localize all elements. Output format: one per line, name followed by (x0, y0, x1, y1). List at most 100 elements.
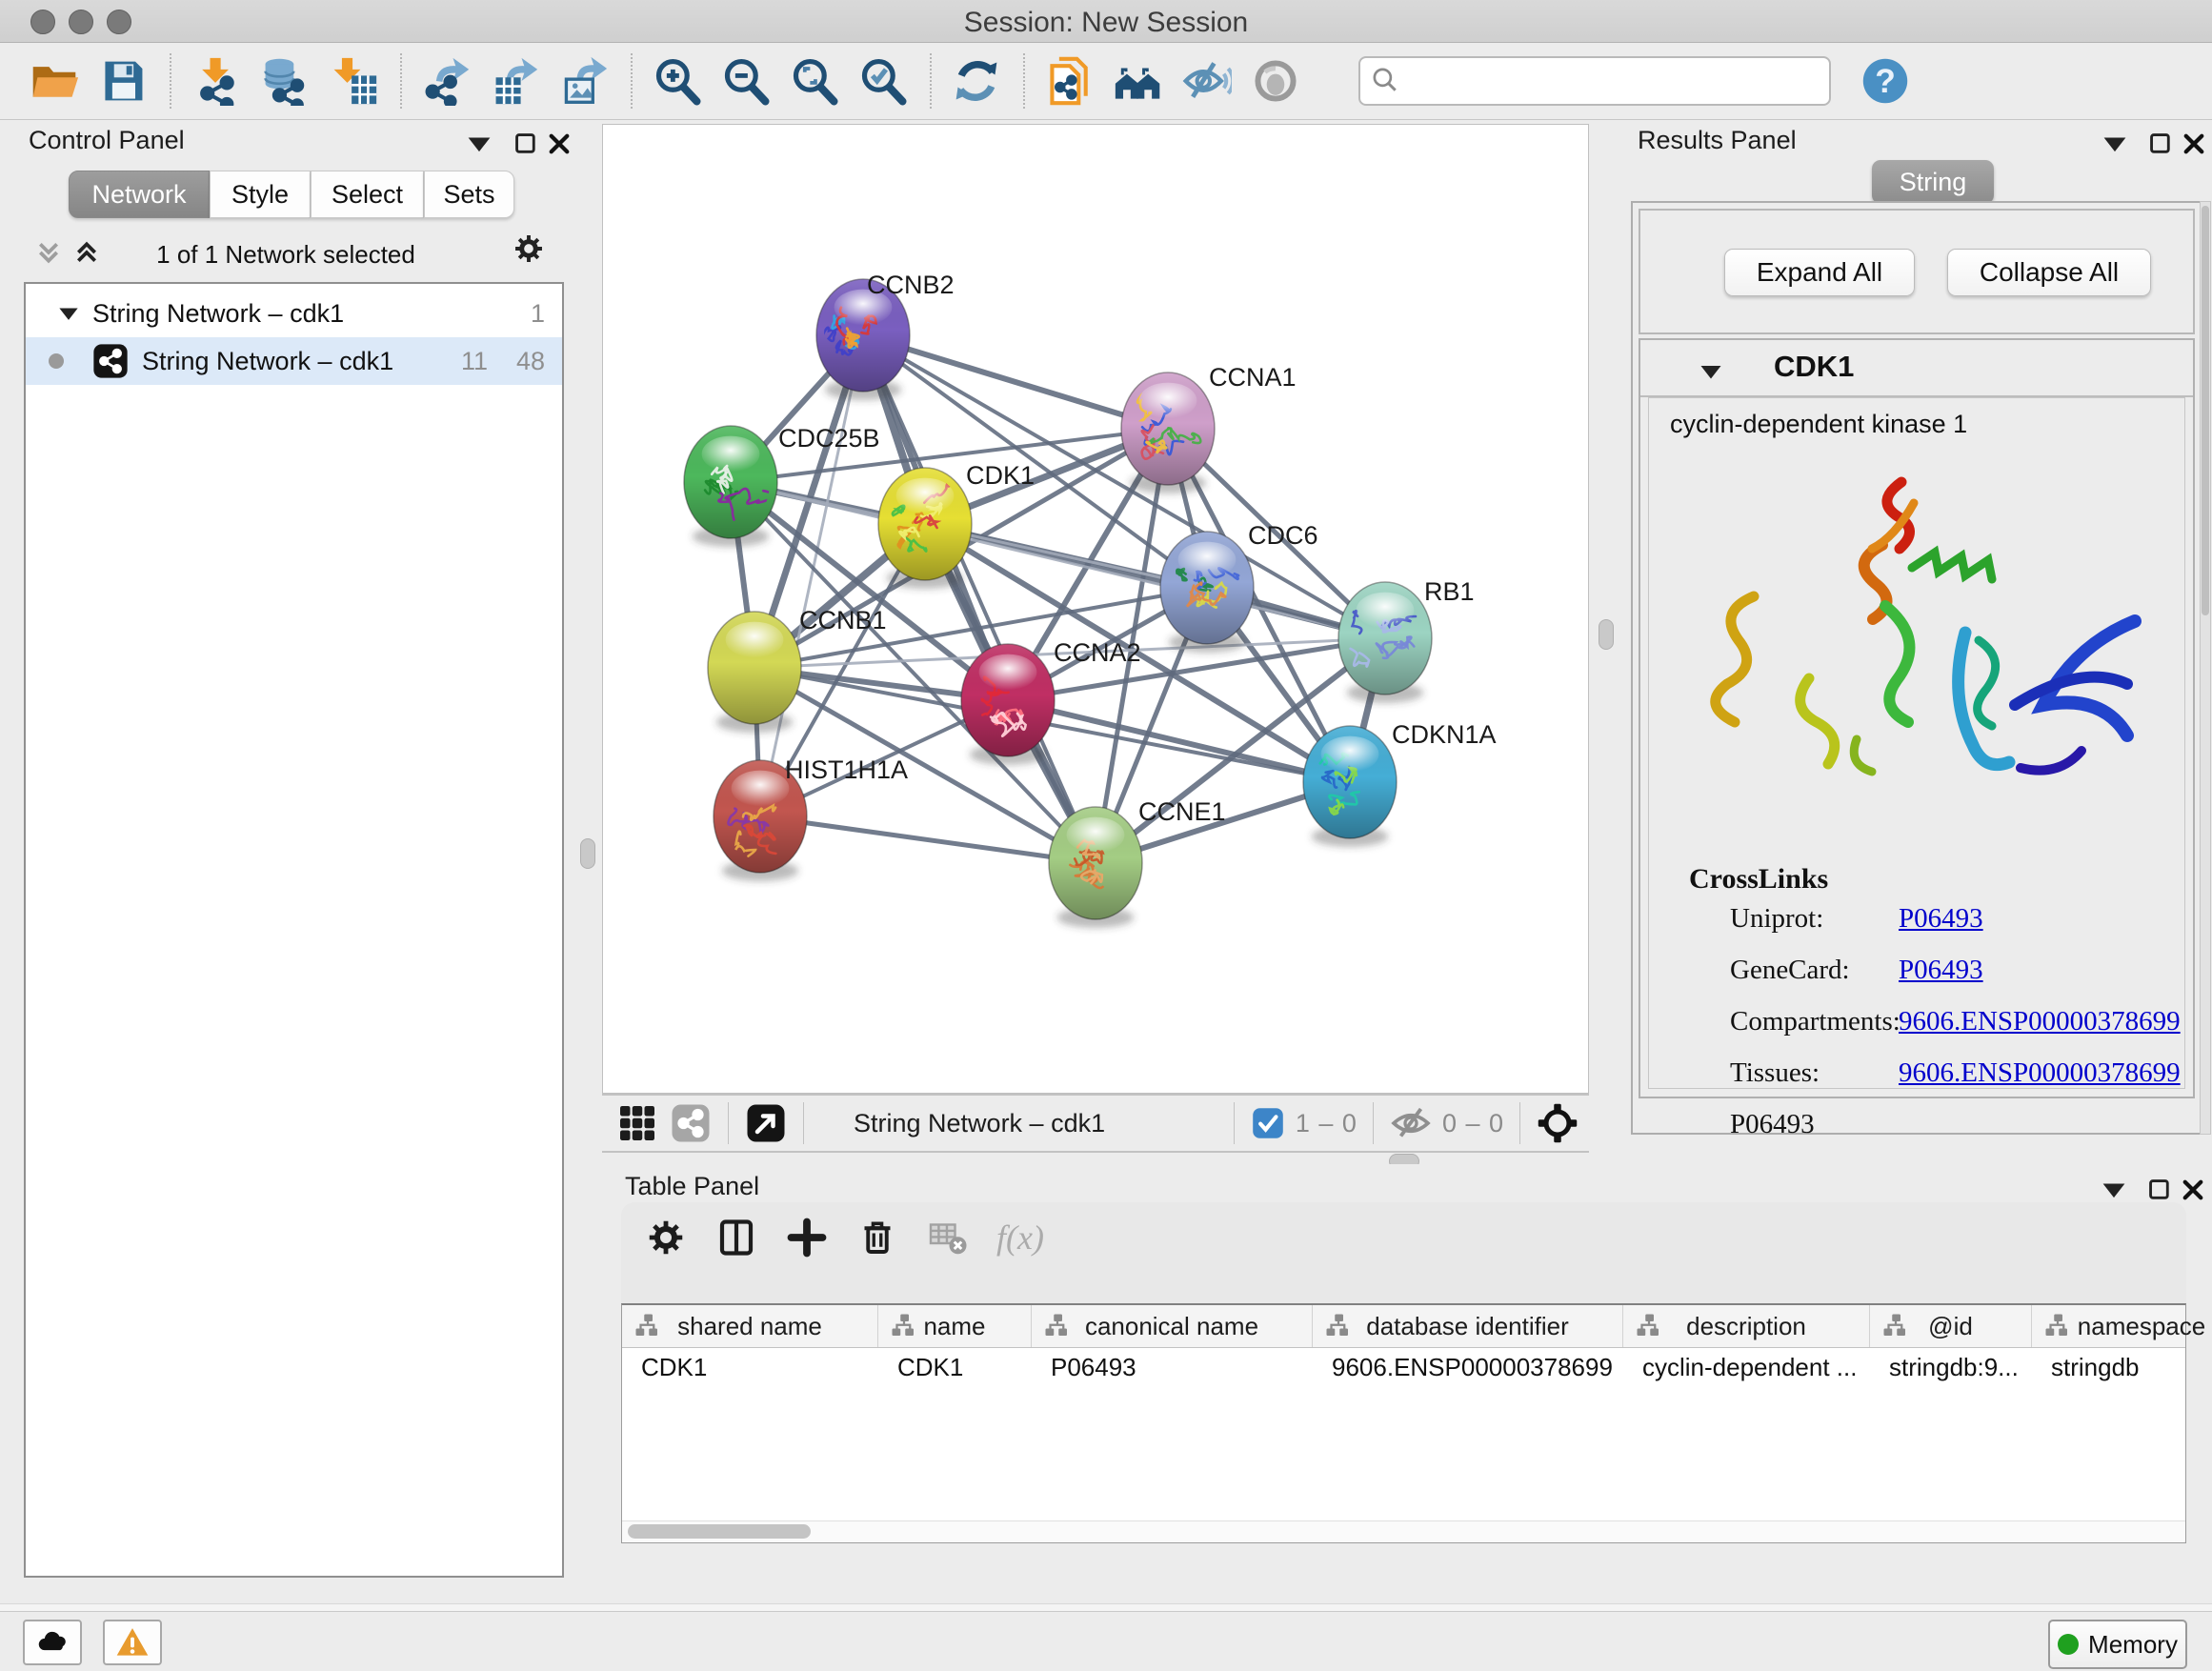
search-input[interactable] (1410, 66, 1829, 97)
node-table: shared name name canonical name database… (621, 1303, 2186, 1543)
network-edge-count: 48 (516, 347, 545, 376)
grid-view-icon[interactable] (615, 1101, 659, 1145)
gene-expander-icon[interactable] (1699, 363, 1722, 380)
show-columns-icon[interactable] (714, 1216, 758, 1259)
tab-sets[interactable]: Sets (424, 171, 514, 218)
export-image-icon[interactable] (556, 53, 612, 109)
crosslink-genecard[interactable]: P06493 (1899, 955, 1983, 986)
network-node-ccnb1[interactable]: CCNB1 (708, 606, 887, 733)
network-row-selected[interactable]: String Network – cdk1 11 48 (26, 337, 562, 385)
selected-checkbox-icon[interactable] (1250, 1101, 1286, 1145)
table-hscrollbar-thumb[interactable] (628, 1524, 811, 1539)
network-node-ccnb2[interactable]: CCNB2 (816, 271, 955, 400)
network-canvas[interactable]: CCNB2CCNA1CDC25BCDK1CDC6RB1CCNB1CCNA2CDK… (602, 124, 1589, 1094)
results-panel-menu-icon[interactable] (2099, 128, 2131, 160)
column-header-namespace[interactable]: namespace (2032, 1305, 2212, 1347)
column-header-database-identifier[interactable]: database identifier (1313, 1305, 1623, 1347)
collection-expander-icon[interactable] (58, 305, 79, 322)
collapse-all-chevron-icon[interactable] (32, 236, 65, 269)
zoom-in-icon[interactable] (650, 53, 705, 109)
network-options-gear-icon[interactable] (513, 232, 545, 265)
memory-button[interactable]: Memory (2048, 1620, 2187, 1669)
network-node-cdkn1a[interactable]: CDKN1A (1303, 720, 1497, 847)
network-node-ccna1[interactable]: CCNA1 (1121, 363, 1297, 493)
refresh-layout-icon[interactable] (949, 53, 1004, 109)
table-row[interactable]: CDK1 CDK1 P06493 9606.ENSP00000378699 cy… (622, 1348, 2185, 1386)
column-header-shared-name[interactable]: shared name (622, 1305, 878, 1347)
network-collection-row[interactable]: String Network – cdk1 1 (26, 290, 562, 337)
zoom-selected-icon[interactable] (855, 53, 911, 109)
search-field (1358, 56, 1831, 106)
gene-symbol: CDK1 (1774, 350, 1854, 384)
crosslink-uniprot[interactable]: P06493 (1899, 903, 1983, 935)
crosslink-compartments[interactable]: 9606.ENSP00000378699 (1899, 1006, 2181, 1037)
tab-string[interactable]: String (1872, 160, 1994, 204)
column-header-id[interactable]: @id (1870, 1305, 2032, 1347)
right-splitter-handle[interactable] (1599, 619, 1614, 650)
add-column-icon[interactable] (785, 1216, 829, 1259)
houses-icon[interactable] (1111, 53, 1166, 109)
zoom-out-icon[interactable] (718, 53, 774, 109)
hidden-eye-icon[interactable] (1389, 1101, 1433, 1145)
network-node-cdc25b[interactable]: CDC25B (684, 424, 880, 547)
export-network-icon[interactable] (419, 53, 474, 109)
table-hscrollbar-track[interactable] (622, 1520, 2185, 1542)
collapse-all-button[interactable]: Collapse All (1947, 249, 2151, 296)
results-scrollbar-thumb[interactable] (2202, 206, 2209, 615)
open-in-window-icon[interactable] (744, 1101, 788, 1145)
node-label-cdk1: CDK1 (966, 461, 1035, 490)
network-node-count: 11 (461, 347, 488, 376)
column-header-description[interactable]: description (1623, 1305, 1870, 1347)
table-panel-close-icon[interactable] (2177, 1174, 2209, 1206)
table-gear-icon[interactable] (644, 1216, 688, 1259)
delete-column-trash-icon[interactable] (855, 1216, 899, 1259)
column-type-icon (1324, 1312, 1353, 1340)
results-panel-close-icon[interactable] (2178, 128, 2210, 160)
crosslink-label: Compartments: (1730, 1006, 1900, 1037)
network-view-toolbar: String Network – cdk1 1 – 0 0 – 0 (602, 1094, 1589, 1153)
expand-all-button[interactable]: Expand All (1724, 249, 1915, 296)
crosslink-tissues[interactable]: 9606.ENSP00000378699 (1899, 1057, 2181, 1089)
tab-style[interactable]: Style (210, 171, 311, 218)
cloud-status-button[interactable] (23, 1620, 82, 1665)
hide-selected-eye-icon[interactable] (1179, 53, 1235, 109)
tab-network[interactable]: Network (69, 171, 210, 218)
column-header-canonical-name[interactable]: canonical name (1032, 1305, 1313, 1347)
help-icon[interactable]: ? (1858, 53, 1913, 109)
edge-hist1h1a-ccne1[interactable] (760, 816, 1096, 863)
expand-up-chevron-icon[interactable] (70, 236, 103, 269)
node-label-ccna1: CCNA1 (1209, 363, 1297, 392)
control-panel-menu-icon[interactable] (463, 128, 495, 160)
control-panel-float-icon[interactable] (510, 128, 542, 160)
tab-select[interactable]: Select (311, 171, 424, 218)
export-table-icon[interactable] (488, 53, 543, 109)
collection-label: String Network – cdk1 (92, 299, 344, 329)
table-panel-menu-icon[interactable] (2098, 1174, 2130, 1206)
results-scrollbar-track[interactable] (2200, 201, 2211, 1135)
results-panel-float-icon[interactable] (2144, 128, 2177, 160)
show-eye-icon[interactable] (1248, 53, 1303, 109)
column-header-name[interactable]: name (878, 1305, 1032, 1347)
import-network-file-icon[interactable] (189, 53, 244, 109)
share-network-icon[interactable] (669, 1101, 713, 1145)
column-type-icon (1881, 1312, 1910, 1340)
import-network-database-icon[interactable] (257, 53, 312, 109)
table-header-row: shared name name canonical name database… (622, 1305, 2185, 1348)
node-label-cdc25b: CDC25B (778, 424, 880, 453)
birdseye-crosshair-icon[interactable] (1536, 1101, 1579, 1145)
warning-status-button[interactable] (103, 1620, 162, 1665)
node-label-cdc6: CDC6 (1248, 521, 1318, 550)
left-splitter-handle[interactable] (580, 838, 595, 869)
table-panel-float-icon[interactable] (2143, 1174, 2176, 1206)
network-node-hist1h1a[interactable]: HIST1H1A (714, 755, 908, 881)
status-bar: Memory (0, 1611, 2212, 1671)
save-session-icon[interactable] (95, 53, 151, 109)
import-table-file-icon[interactable] (326, 53, 381, 109)
memory-label: Memory (2088, 1630, 2178, 1660)
zoom-fit-icon[interactable] (787, 53, 842, 109)
share-document-icon[interactable] (1042, 53, 1097, 109)
network-node-ccne1[interactable]: CCNE1 (1049, 797, 1226, 928)
control-panel-close-icon[interactable] (543, 128, 575, 160)
open-file-icon[interactable] (27, 53, 82, 109)
network-node-rb1[interactable]: RB1 (1338, 577, 1475, 703)
